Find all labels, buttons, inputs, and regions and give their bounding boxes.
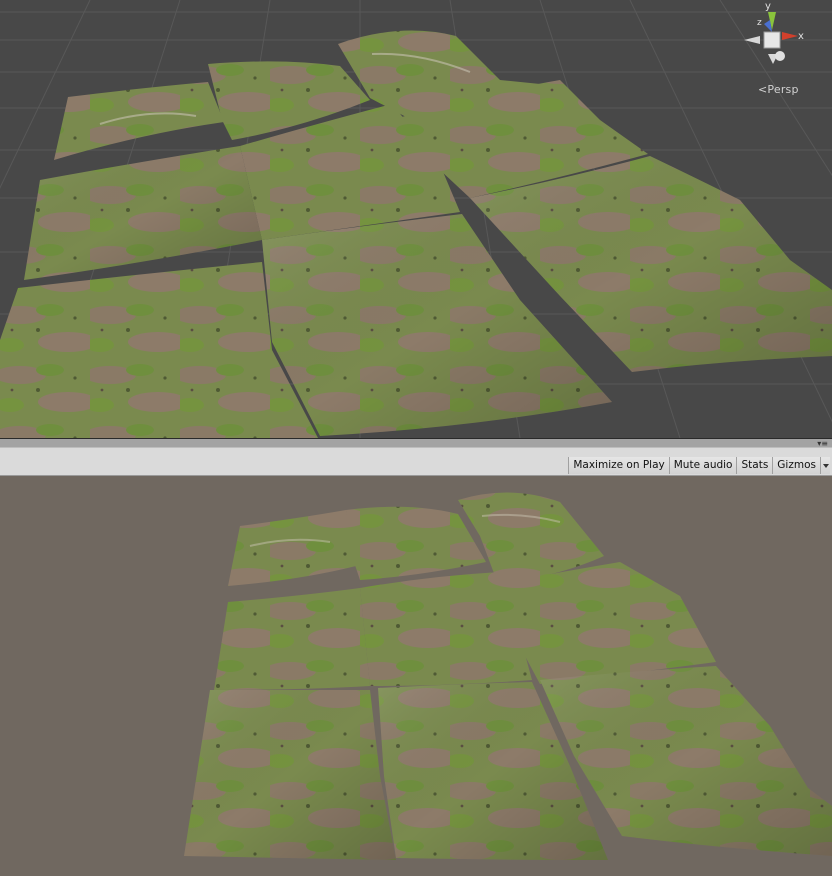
mute-audio-toggle[interactable]: Mute audio <box>668 457 737 474</box>
game-toolbar-buttons: Maximize on Play Mute audio Stats Gizmos <box>568 457 830 475</box>
game-canvas <box>184 492 832 860</box>
game-view-toolbar: Maximize on Play Mute audio Stats Gizmos <box>0 448 832 476</box>
gizmo-y-label: y <box>765 1 771 12</box>
game-view[interactable] <box>0 476 832 876</box>
terrain-tile <box>228 510 356 586</box>
gizmo-x-label: x <box>798 31 804 42</box>
terrain-tile <box>346 506 486 580</box>
gizmo-x-arrow[interactable] <box>782 32 798 40</box>
gizmo-z-label: z <box>757 18 762 28</box>
gizmo-neg-x-arrow[interactable] <box>744 36 760 44</box>
panel-menu-icon[interactable]: ▾≡ <box>817 440 828 448</box>
projection-label: Persp <box>767 83 799 96</box>
game-terrain-shading <box>184 666 832 860</box>
stats-toggle[interactable]: Stats <box>736 457 773 474</box>
panel-divider[interactable]: ▾≡ <box>0 438 832 448</box>
maximize-on-play-toggle[interactable]: Maximize on Play <box>568 457 669 474</box>
gizmos-button[interactable]: Gizmos <box>772 457 820 474</box>
projection-toggle[interactable]: <Persp <box>758 83 799 96</box>
scene-view[interactable]: y z x <Persp <box>0 0 832 438</box>
axis-gizmo-icon[interactable]: y z x <box>742 0 832 80</box>
terrain-tile <box>54 82 224 160</box>
terrain-tile <box>498 562 716 684</box>
terrain-tile <box>214 588 370 690</box>
scene-canvas[interactable] <box>0 0 832 438</box>
gizmos-dropdown-icon[interactable] <box>820 457 830 474</box>
gizmo-neg-z-knob[interactable] <box>775 51 785 61</box>
gizmo-center-cube[interactable] <box>763 31 781 49</box>
